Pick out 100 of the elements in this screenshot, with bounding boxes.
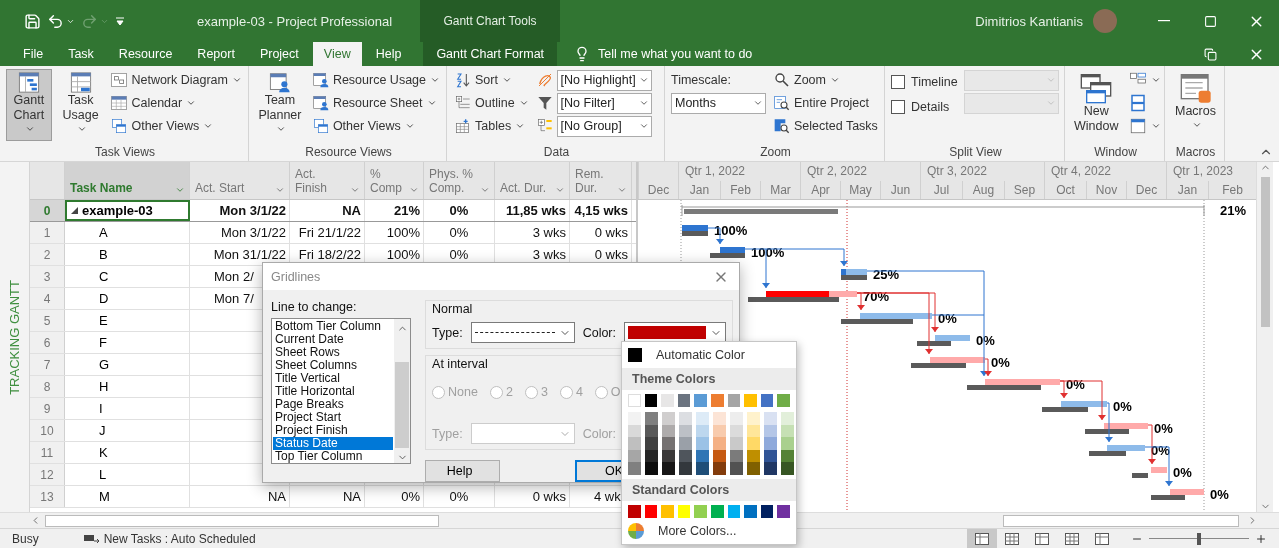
ribbon-button[interactable]: New Window bbox=[1071, 69, 1122, 141]
ribbon-tab[interactable]: Task bbox=[57, 42, 105, 66]
percent-label: 0% bbox=[991, 355, 1010, 370]
list-item[interactable]: Project Finish bbox=[273, 424, 394, 437]
ribbon-button[interactable]: Macros bbox=[1171, 69, 1220, 141]
month-label: Apr bbox=[800, 180, 840, 199]
table-cell: 100% bbox=[365, 222, 424, 243]
task-name-cell: K bbox=[65, 442, 190, 463]
view-label: TRACKING GANTT bbox=[7, 279, 22, 395]
row-number: 10 bbox=[30, 420, 65, 441]
field-label: Type: bbox=[432, 426, 463, 441]
list-item[interactable]: Current Date bbox=[273, 333, 394, 346]
ribbon-button[interactable]: Sort bbox=[453, 69, 531, 91]
group-title: Zoom bbox=[760, 145, 791, 161]
ribbon-tab[interactable]: Help bbox=[364, 42, 413, 66]
line-listbox[interactable]: Bottom Tier Column Current Date Sheet Rows Sheet Columns Title Vertical Title Horizontal Page Breaks Project Start Project Finish Status Date Top Tier Column bbox=[271, 318, 412, 464]
list-item[interactable]: Page Breaks bbox=[273, 398, 394, 411]
table-cell: 0% bbox=[424, 486, 495, 507]
month-label: Mar bbox=[760, 180, 800, 199]
ribbon-button[interactable]: Outline bbox=[453, 92, 531, 114]
dropdown-field[interactable]: [No Group] bbox=[556, 115, 652, 137]
task-name-cell: M bbox=[65, 486, 190, 507]
checkbox[interactable]: Timeline bbox=[891, 71, 958, 93]
menu-item[interactable]: Automatic Color bbox=[622, 344, 796, 366]
table-cell: NA bbox=[190, 486, 290, 507]
ribbon-button[interactable]: Tables bbox=[453, 115, 531, 137]
task-name-cell: H bbox=[65, 376, 190, 397]
task-name-cell: I bbox=[65, 398, 190, 419]
percent-label: 0% bbox=[1151, 443, 1170, 458]
task-name-cell: J bbox=[65, 420, 190, 441]
list-item[interactable]: Bottom Tier Column bbox=[273, 320, 394, 333]
table-cell: NA bbox=[290, 200, 365, 221]
list-item[interactable]: Title Horizontal bbox=[273, 385, 394, 398]
row-number: 3 bbox=[30, 266, 65, 287]
month-label: Jan bbox=[1166, 180, 1208, 199]
group-title: Macros bbox=[1175, 145, 1216, 161]
ribbon-button[interactable]: Calendar bbox=[109, 92, 244, 114]
column-header[interactable]: Act. Start bbox=[190, 162, 290, 199]
percent-label: 0% bbox=[1173, 465, 1192, 480]
ribbon-button[interactable]: Zoom bbox=[772, 69, 880, 91]
ribbon-button[interactable]: Gantt Chart bbox=[6, 69, 52, 141]
checkbox[interactable]: Details bbox=[891, 96, 958, 118]
table-cell: 11,85 wks bbox=[495, 200, 570, 221]
field-label: Color: bbox=[582, 325, 616, 340]
percent-label: 25% bbox=[873, 267, 900, 282]
dropdown-field[interactable]: Months bbox=[671, 92, 766, 114]
table-cell: 0% bbox=[424, 222, 495, 243]
status-text[interactable]: New Tasks : Auto Scheduled bbox=[103, 531, 256, 546]
ribbon-button[interactable]: Task Usage bbox=[57, 69, 104, 141]
column-header[interactable]: Rem. Dur. bbox=[570, 162, 632, 199]
ribbon-tab[interactable]: View bbox=[312, 42, 362, 66]
ribbon-button[interactable]: Entire Project bbox=[772, 92, 880, 114]
month-label: Dec bbox=[638, 180, 678, 199]
ribbon-button[interactable]: Selected Tasks bbox=[772, 115, 880, 137]
dialog-button[interactable]: Help bbox=[425, 460, 501, 482]
quarter-label: Qtr 4, 2022 bbox=[1044, 162, 1166, 181]
month-label: Dec bbox=[1126, 180, 1166, 199]
list-item[interactable]: Status Date bbox=[273, 437, 394, 450]
menu-heading: Standard Colors bbox=[622, 478, 796, 501]
group-title: Task Views bbox=[95, 145, 155, 161]
month-label: Aug bbox=[962, 180, 1004, 199]
column-header[interactable]: Act. Dur. bbox=[495, 162, 570, 199]
month-label: Feb bbox=[720, 180, 760, 199]
dropdown-field[interactable]: [No Highlight] bbox=[556, 69, 652, 91]
ribbon-tab[interactable]: Resource bbox=[107, 42, 184, 66]
task-name-cell: F bbox=[65, 332, 190, 353]
column-header[interactable]: Task Name bbox=[65, 162, 190, 199]
ribbon-tab[interactable]: Gantt Chart Format bbox=[423, 42, 558, 66]
ribbon-button[interactable]: Other Views bbox=[310, 115, 442, 137]
task-name-cell: L bbox=[65, 464, 190, 485]
task-name-cell: A bbox=[65, 222, 190, 243]
column-header[interactable]: Act. Finish bbox=[290, 162, 365, 199]
list-item[interactable]: Project Start bbox=[273, 411, 394, 424]
window-title: example-03 - Project Professional bbox=[197, 13, 394, 29]
ribbon-tab[interactable]: File bbox=[12, 42, 55, 66]
row-number: 1 bbox=[30, 222, 65, 243]
list-item[interactable]: Title Vertical bbox=[273, 372, 394, 385]
quarter-label: Qtr 1, 2022 bbox=[678, 162, 800, 181]
ribbon-tab[interactable]: Project bbox=[248, 42, 310, 66]
context-tab-header: Gantt Chart Tools bbox=[420, 0, 560, 42]
dropdown-field[interactable]: [No Filter] bbox=[556, 92, 652, 114]
list-item[interactable]: Sheet Rows bbox=[273, 346, 394, 359]
table-cell: Mon 3/1/22 bbox=[190, 200, 290, 221]
ribbon-button[interactable]: Team Planner bbox=[255, 69, 305, 141]
ribbon-button[interactable]: Network Diagram bbox=[109, 69, 244, 91]
ribbon-tab[interactable]: Report bbox=[186, 42, 246, 66]
table-cell: 0% bbox=[365, 486, 424, 507]
ribbon-button[interactable]: Other Views bbox=[109, 115, 244, 137]
menu-item[interactable]: More Colors... bbox=[622, 519, 796, 542]
ribbon-button[interactable]: Resource Sheet bbox=[310, 92, 442, 114]
month-label: Sep bbox=[1004, 180, 1044, 199]
group-title: Split View bbox=[949, 145, 1002, 161]
tell-me-field[interactable]: Tell me what you want to do bbox=[598, 47, 753, 61]
group-title: Window bbox=[1094, 145, 1137, 161]
column-header[interactable]: % Comp bbox=[365, 162, 424, 199]
ribbon-button[interactable]: Resource Usage bbox=[310, 69, 442, 91]
list-item[interactable]: Sheet Columns bbox=[273, 359, 394, 372]
column-header[interactable]: Phys. % Comp. bbox=[424, 162, 495, 199]
task-name-cell: C bbox=[65, 266, 190, 287]
list-item[interactable]: Top Tier Column bbox=[273, 450, 394, 463]
